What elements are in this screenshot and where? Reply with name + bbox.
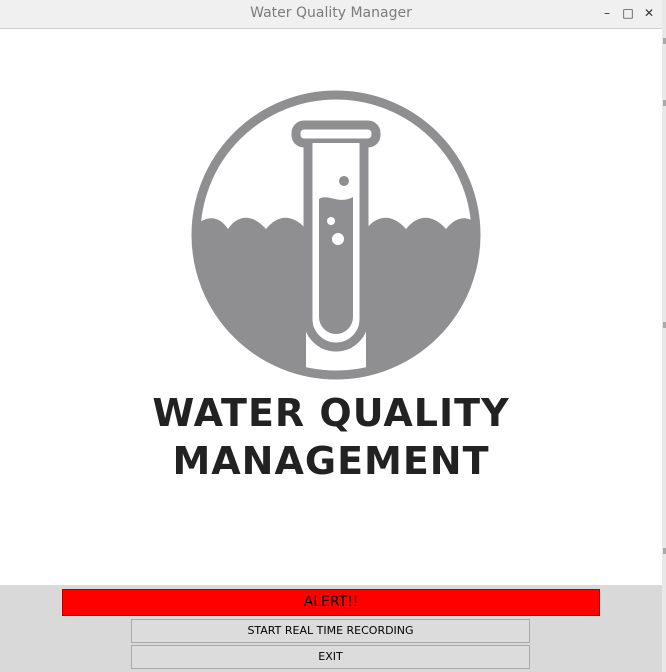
exit-button[interactable]: EXIT	[131, 645, 530, 669]
logo-title-line2: MANAGEMENT	[172, 439, 490, 483]
logo-canvas: WATER QUALITY MANAGEMENT	[0, 29, 662, 585]
test-tube-water-icon	[191, 90, 481, 380]
maximize-icon[interactable]: □	[619, 4, 637, 22]
app-window: Water Quality Manager – □ ✕ WATER QUALIT…	[0, 0, 663, 672]
logo-title-line1: WATER QUALITY	[152, 391, 510, 435]
window-edge	[662, 0, 666, 672]
minimize-icon[interactable]: –	[598, 4, 616, 22]
title-bar[interactable]: Water Quality Manager – □ ✕	[0, 0, 662, 29]
close-icon[interactable]: ✕	[640, 4, 658, 22]
window-title: Water Quality Manager	[250, 5, 412, 21]
alert-banner: ALERT!!	[62, 589, 600, 616]
start-recording-button[interactable]: START REAL TIME RECORDING	[131, 619, 530, 643]
